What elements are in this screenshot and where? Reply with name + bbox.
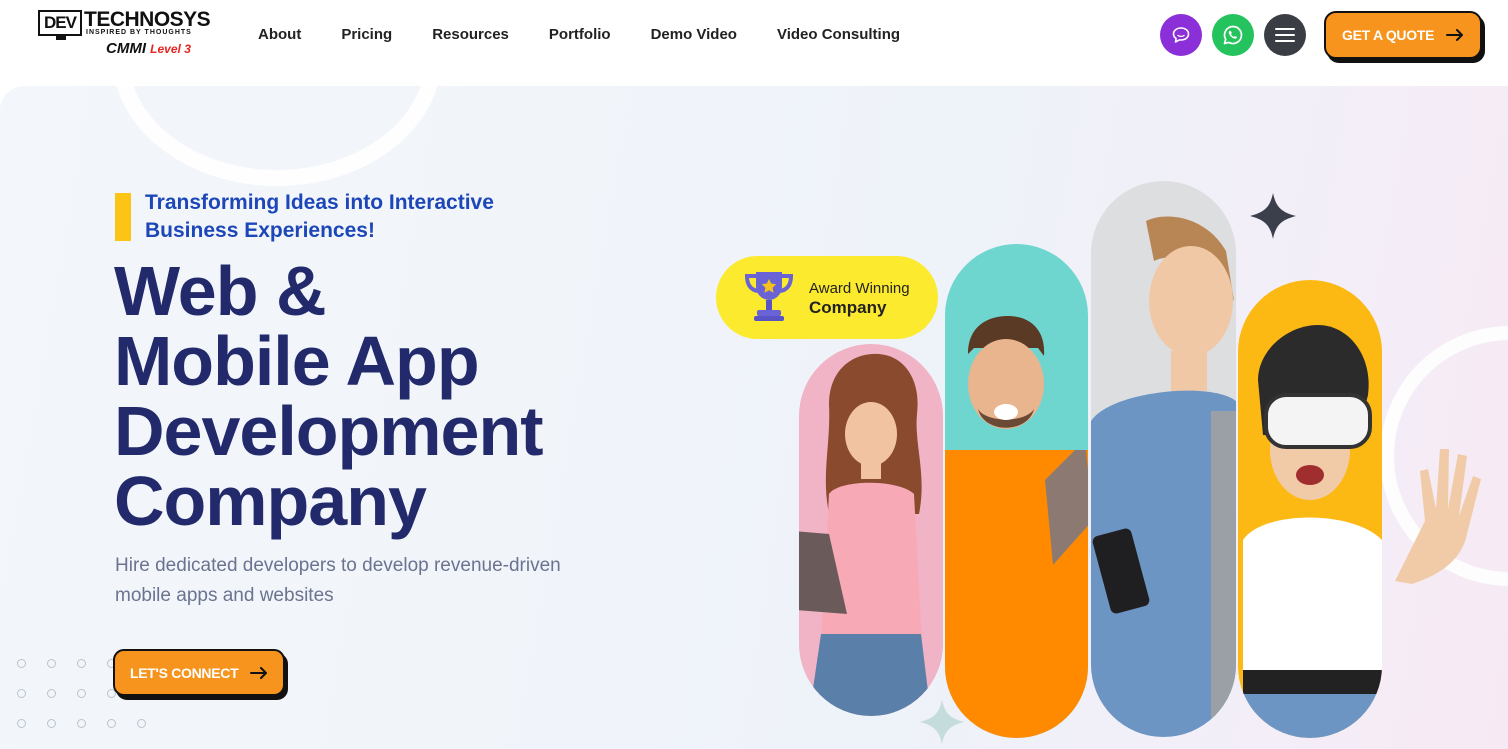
decorative-ring xyxy=(112,86,442,186)
sparkle-icon xyxy=(1250,193,1296,239)
hero-title: Web & Mobile App Development Company xyxy=(114,256,674,536)
company-logo[interactable]: DEV TECHNOSYS INSPIRED BY THOUGHTS CMMI … xyxy=(38,8,213,60)
man-sweater-illustration xyxy=(1045,450,1088,565)
accent-bar xyxy=(115,193,131,241)
woman-vr-illustration xyxy=(1243,325,1382,738)
chat-button[interactable] xyxy=(1160,14,1202,56)
logo-dev-mark: DEV xyxy=(38,10,82,40)
lets-connect-button[interactable]: LET'S CONNECT xyxy=(113,649,285,696)
get-a-quote-button[interactable]: GET A QUOTE xyxy=(1324,11,1482,59)
nav-demo-video[interactable]: Demo Video xyxy=(651,26,737,43)
nav-pricing[interactable]: Pricing xyxy=(341,26,392,43)
hero-description: Hire dedicated developers to develop rev… xyxy=(115,555,561,606)
hamburger-menu-icon xyxy=(1275,28,1295,42)
get-a-quote-label: GET A QUOTE xyxy=(1342,27,1435,43)
award-line2: Company xyxy=(809,298,887,317)
lets-connect-label: LET'S CONNECT xyxy=(130,664,239,681)
person-image-woman-vr xyxy=(1238,280,1382,738)
award-line1: Award Winning xyxy=(809,280,910,297)
main-nav: About Pricing Resources Portfolio Demo V… xyxy=(258,26,940,43)
person-torso-orange xyxy=(945,450,1088,738)
hero-subheading: Transforming Ideas into Interactive Busi… xyxy=(145,191,494,242)
nav-resources[interactable]: Resources xyxy=(432,26,509,43)
hero-title-line: Development xyxy=(114,392,544,470)
arrow-right-icon xyxy=(250,666,268,679)
cmmi-badge: CMMI Level 3 xyxy=(106,40,191,57)
nav-portfolio[interactable]: Portfolio xyxy=(549,26,611,43)
hero-title-line: Web & xyxy=(114,252,327,330)
cmmi-text: CMMI xyxy=(106,40,146,57)
hero-title-line: Company xyxy=(114,462,427,540)
menu-button[interactable] xyxy=(1264,14,1306,56)
trophy-icon xyxy=(744,272,794,321)
chat-icon xyxy=(1172,27,1190,43)
sparkle-icon xyxy=(919,699,965,745)
whatsapp-icon xyxy=(1223,25,1243,45)
woman-illustration xyxy=(799,353,931,716)
man-head-illustration xyxy=(968,316,1045,429)
teen-illustration xyxy=(1091,216,1236,737)
raised-hand-illustration xyxy=(1395,449,1481,584)
award-badge: Award Winning Company xyxy=(716,256,938,339)
site-header: DEV TECHNOSYS INSPIRED BY THOUGHTS CMMI … xyxy=(0,0,1508,86)
person-image-man-phone xyxy=(1091,181,1236,737)
nav-video-consulting[interactable]: Video Consulting xyxy=(777,26,900,43)
hero-title-line: Mobile App xyxy=(114,322,480,400)
nav-about[interactable]: About xyxy=(258,26,301,43)
logo-tagline: INSPIRED BY THOUGHTS xyxy=(86,29,192,36)
hero-section: Transforming Ideas into Interactive Busi… xyxy=(0,86,1508,749)
cmmi-level: Level 3 xyxy=(150,42,191,56)
whatsapp-button[interactable] xyxy=(1212,14,1254,56)
person-image-woman-laptop xyxy=(799,344,943,716)
arrow-right-icon xyxy=(1446,29,1464,41)
